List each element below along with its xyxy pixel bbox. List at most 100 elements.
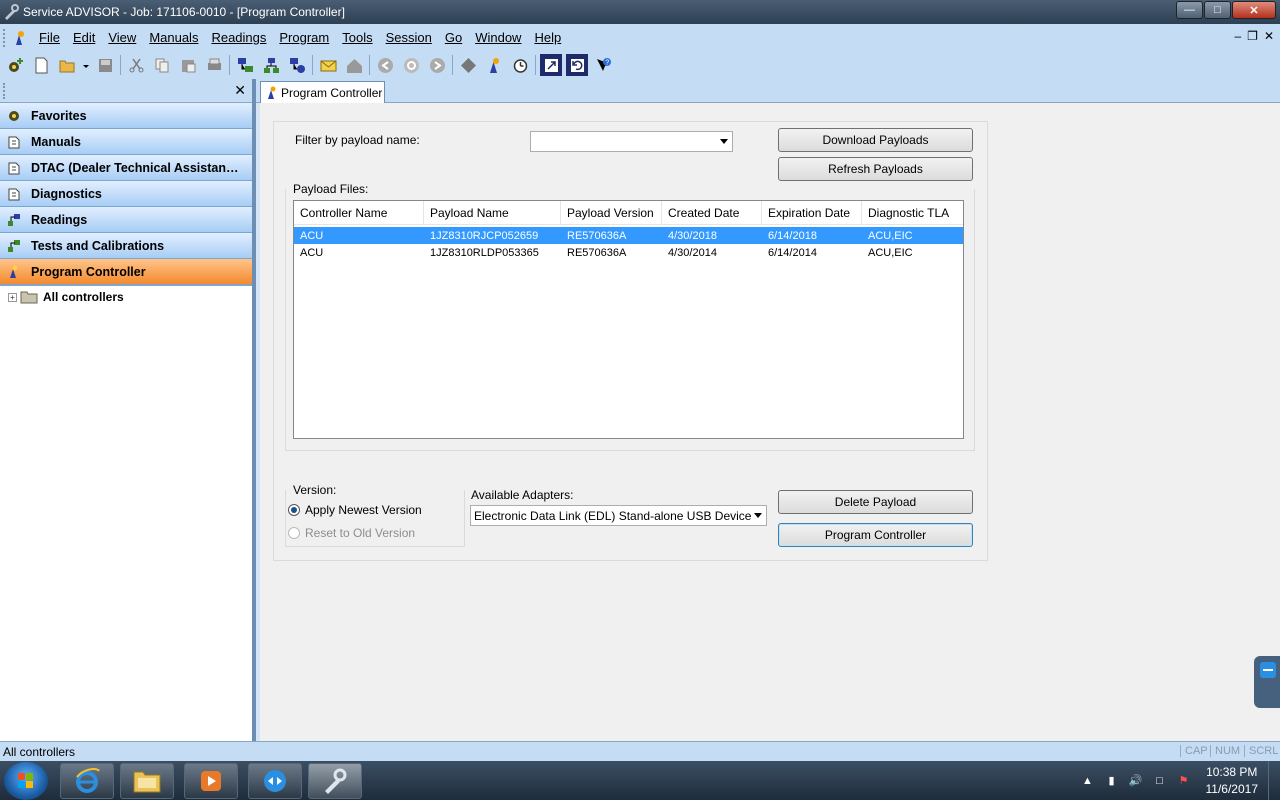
taskbar-teamviewer[interactable] [248, 763, 302, 799]
sidebar-item-favorites[interactable]: Favorites [0, 103, 252, 129]
open-dropdown-button[interactable] [82, 54, 90, 76]
program-controller-icon[interactable] [12, 30, 28, 46]
menu-program[interactable]: Program [274, 30, 337, 45]
column-header-expiration-date[interactable]: Expiration Date [762, 201, 862, 224]
radio-selected-icon [288, 504, 300, 516]
menu-grip [3, 28, 6, 47]
refresh-payloads-button[interactable]: Refresh Payloads [778, 157, 973, 181]
menu-go[interactable]: Go [440, 30, 470, 45]
column-header-diagnostic-tla[interactable]: Diagnostic TLA [862, 201, 963, 224]
menu-tools[interactable]: Tools [337, 30, 380, 45]
menu-view[interactable]: View [103, 30, 144, 45]
undo-button[interactable] [566, 54, 588, 76]
help-button[interactable]: ? [592, 54, 614, 76]
sidebar-item-readings[interactable]: Readings [0, 207, 252, 233]
delete-payload-button[interactable]: Delete Payload [778, 490, 973, 514]
version-label: Version: [293, 483, 339, 497]
sidebar-item-diagnostics[interactable]: Diagnostics [0, 181, 252, 207]
cell-payload-name: 1JZ8310RJCP052659 [430, 229, 539, 242]
close-pane-button[interactable]: ✕ [234, 82, 246, 99]
menu-readings[interactable]: Readings [206, 30, 274, 45]
adapters-combobox[interactable]: Electronic Data Link (EDL) Stand-alone U… [470, 505, 767, 526]
table-row[interactable]: ACU 1JZ8310RLDP053365 RE570636A 4/30/201… [294, 244, 963, 261]
sidebar-item-tests-and-calibrations[interactable]: Tests and Calibrations [0, 233, 252, 259]
reset-to-old-version-radio[interactable]: Reset to Old Version [288, 526, 415, 540]
new-button[interactable] [30, 54, 52, 76]
network-icon[interactable]: □ [1152, 773, 1168, 789]
tab-program-controller[interactable]: Program Controller [260, 81, 386, 103]
cut-button[interactable] [125, 54, 147, 76]
menu-file[interactable]: File [34, 30, 68, 45]
cell-payload-name: 1JZ8310RLDP053365 [430, 246, 539, 259]
menu-session[interactable]: Session [381, 30, 440, 45]
menu-edit[interactable]: Edit [68, 30, 103, 45]
download-payloads-button[interactable]: Download Payloads [778, 128, 973, 152]
settings-button[interactable] [509, 54, 531, 76]
book-icon [6, 160, 22, 176]
taskbar-internet-explorer[interactable] [60, 763, 114, 799]
column-header-payload-name[interactable]: Payload Name [424, 201, 561, 224]
connect-button[interactable] [234, 54, 256, 76]
copy-button[interactable] [151, 54, 173, 76]
tree-item-all-controllers[interactable]: + All controllers [0, 285, 252, 304]
battery-icon[interactable]: ▮ [1104, 773, 1120, 789]
refresh-button[interactable] [400, 54, 422, 76]
mdi-minimize-button[interactable]: – [1234, 29, 1241, 43]
filter-label: Filter by payload name: [295, 133, 420, 147]
volume-icon[interactable]: 🔊 [1128, 773, 1144, 789]
available-adapters-label: Available Adapters: [471, 488, 574, 502]
menu-help[interactable]: Help [529, 30, 569, 45]
clock[interactable]: 10:38 PM 11/6/2017 [1206, 764, 1259, 798]
forward-button[interactable] [426, 54, 448, 76]
table-row[interactable]: ACU 1JZ8310RJCP052659 RE570636A 4/30/201… [294, 227, 963, 244]
show-desktop-button[interactable] [1268, 761, 1280, 800]
column-header-payload-version[interactable]: Payload Version [561, 201, 662, 224]
cell-controller-name: ACU [300, 229, 324, 242]
back-arrow-icon [377, 57, 393, 73]
column-header-created-date[interactable]: Created Date [662, 201, 762, 224]
mail-icon [320, 60, 336, 71]
start-button[interactable] [4, 762, 48, 800]
minimize-button[interactable]: — [1176, 1, 1203, 19]
program-controller-icon [489, 57, 499, 73]
open-button[interactable] [56, 54, 78, 76]
mail-button[interactable] [317, 54, 339, 76]
menu-manuals[interactable]: Manuals [144, 30, 206, 45]
filter-payload-combobox[interactable] [530, 131, 733, 152]
sidebar-item-manuals[interactable]: Manuals [0, 129, 252, 155]
paste-button[interactable] [177, 54, 199, 76]
program-controller-button[interactable] [483, 54, 505, 76]
toolbar-separator [120, 55, 121, 75]
apply-newest-version-radio[interactable]: Apply Newest Version [288, 503, 422, 517]
network-button[interactable] [260, 54, 282, 76]
taskbar-media-player[interactable] [184, 763, 238, 799]
diagnose-button[interactable] [286, 54, 308, 76]
print-button[interactable] [203, 54, 225, 76]
cell-expiration-date: 6/14/2014 [768, 246, 817, 259]
diamond-button[interactable] [457, 54, 479, 76]
maximize-button[interactable]: □ [1204, 1, 1231, 19]
new-job-button[interactable] [4, 54, 26, 76]
navigation-pane-header: ✕ [0, 79, 252, 103]
close-button[interactable]: ✕ [1232, 1, 1276, 19]
menu-window[interactable]: Window [470, 30, 529, 45]
teamviewer-side-tab[interactable] [1254, 656, 1280, 708]
clock-date: 11/6/2017 [1205, 781, 1259, 796]
service-advisor-icon [325, 768, 347, 794]
sidebar-item-dtac[interactable]: DTAC (Dealer Technical Assistance C... [0, 155, 252, 181]
program-controller-button[interactable]: Program Controller [778, 523, 973, 547]
mdi-close-button[interactable]: ✕ [1264, 29, 1274, 43]
back-button[interactable] [374, 54, 396, 76]
show-hidden-icons-icon[interactable]: ▲ [1080, 773, 1096, 789]
expand-button[interactable] [540, 54, 562, 76]
home-button[interactable] [343, 54, 365, 76]
taskbar-service-advisor[interactable] [308, 763, 362, 799]
column-header-controller-name[interactable]: Controller Name [294, 201, 424, 224]
save-button[interactable] [94, 54, 116, 76]
sidebar-item-program-controller[interactable]: Program Controller [0, 259, 252, 285]
expand-icon[interactable]: + [8, 292, 17, 302]
menu-bar: File Edit View Manuals Readings Program … [0, 24, 1280, 51]
taskbar-file-explorer[interactable] [120, 763, 174, 799]
mdi-restore-button[interactable]: ❐ [1247, 29, 1258, 43]
action-center-flag-icon[interactable]: ⚑ [1176, 773, 1192, 789]
